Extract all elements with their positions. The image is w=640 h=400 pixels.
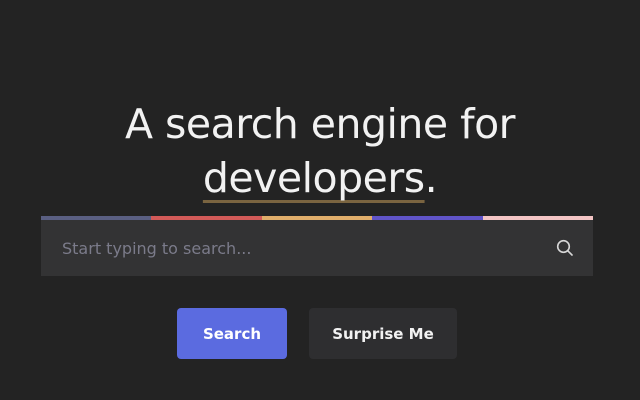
- hero-title-emphasis: developers: [202, 154, 425, 203]
- hero-title-line2: developers.: [0, 151, 640, 205]
- search-input[interactable]: [41, 220, 541, 276]
- hero-title-line1: A search engine for: [124, 100, 516, 149]
- search-icon[interactable]: [555, 238, 575, 258]
- hero-title: A search engine for developers.: [0, 97, 640, 205]
- hero-title-suffix: .: [424, 154, 438, 203]
- search-button[interactable]: Search: [177, 308, 287, 359]
- surprise-me-button[interactable]: Surprise Me: [309, 308, 457, 359]
- page: A search engine for developers. Search S…: [0, 0, 640, 400]
- search-box: [41, 220, 593, 276]
